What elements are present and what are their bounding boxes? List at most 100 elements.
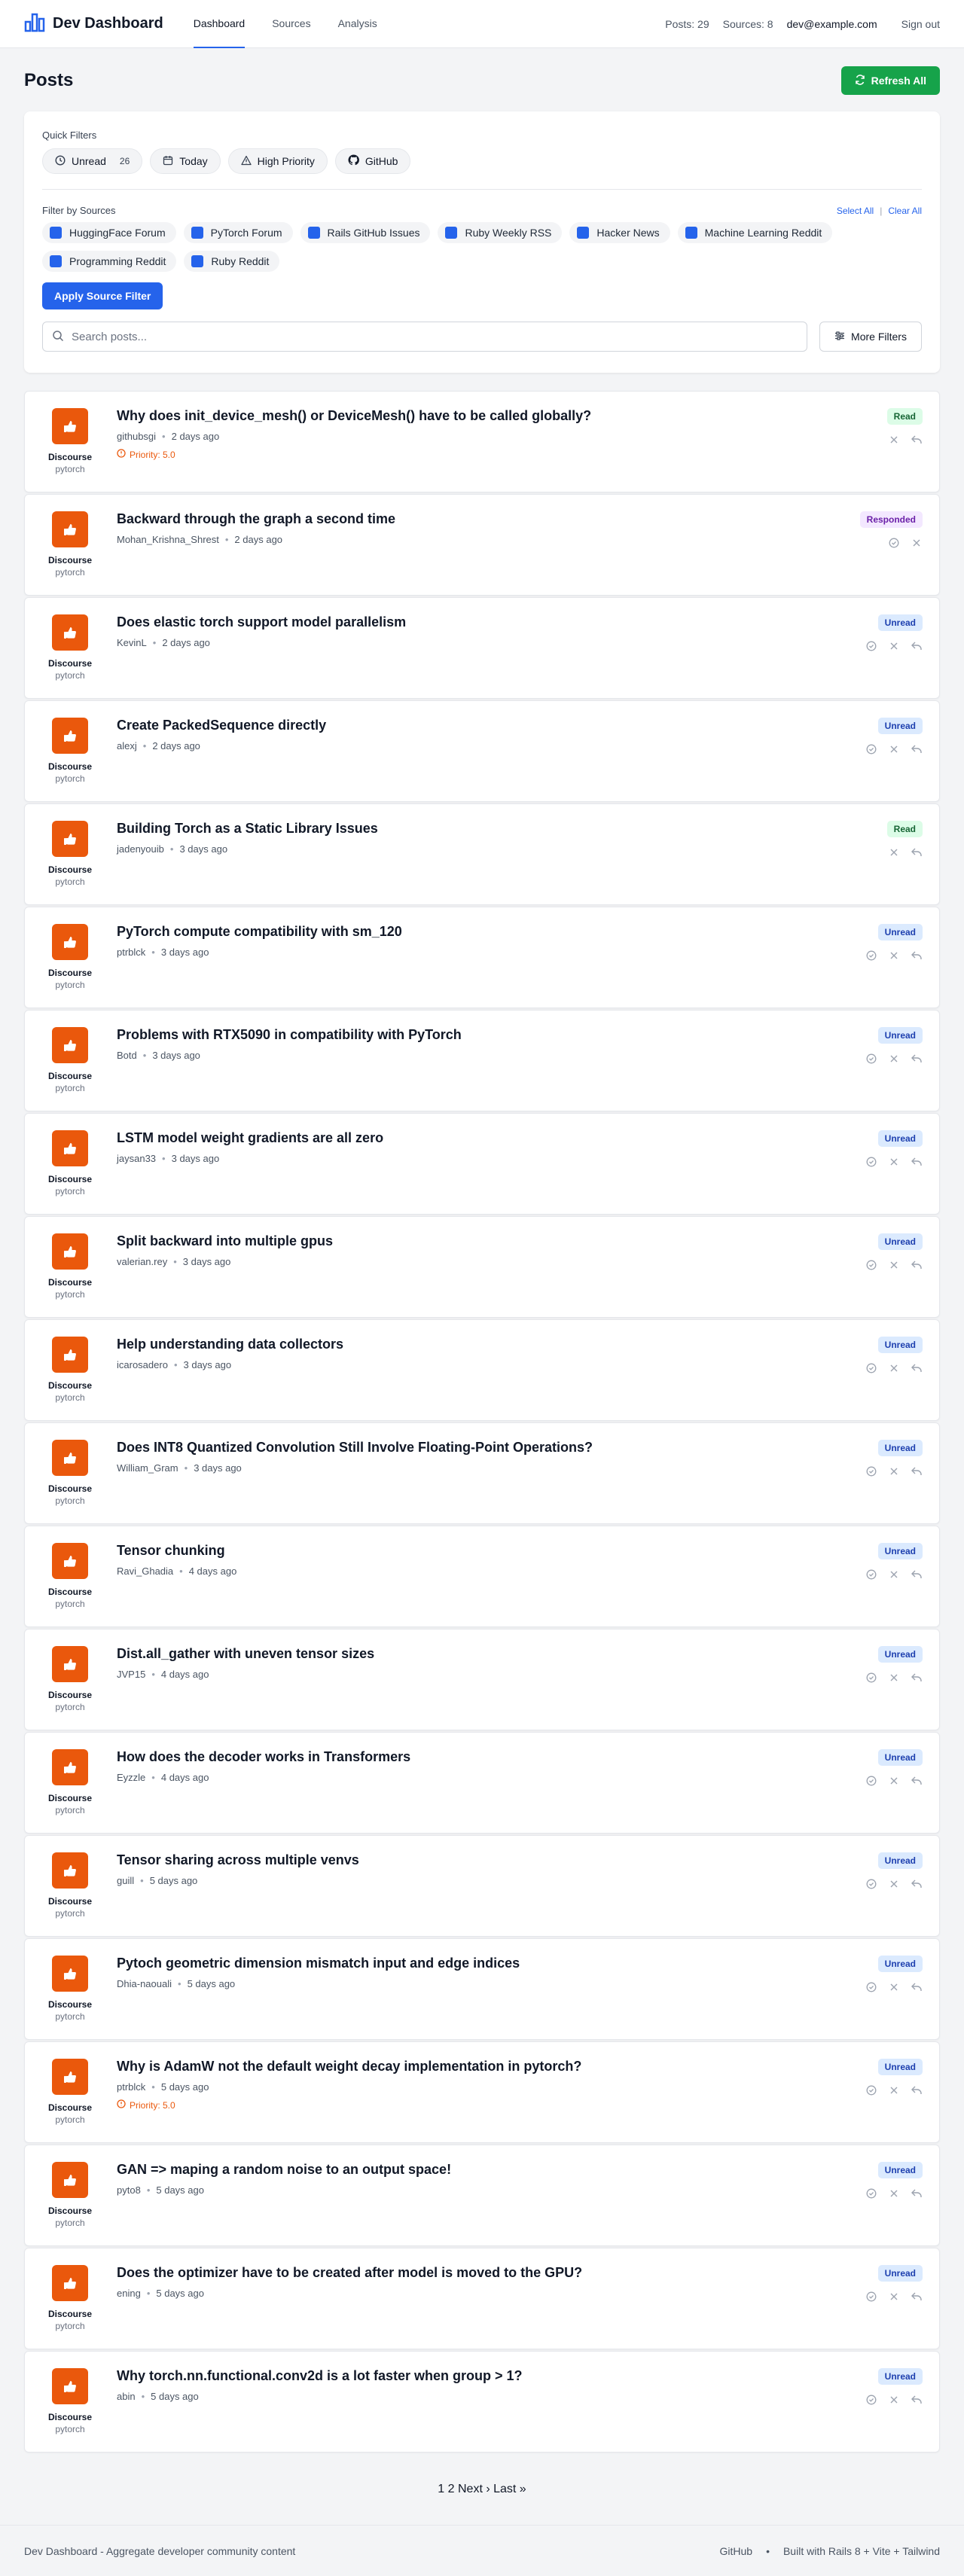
- dismiss-icon[interactable]: [888, 950, 900, 962]
- checkbox-checked-icon[interactable]: [307, 227, 320, 239]
- post-title[interactable]: Why torch.nn.functional.conv2d is a lot …: [117, 2368, 834, 2384]
- post-card[interactable]: Discourse pytorch Pytoch geometric dimensi…: [24, 1938, 940, 2040]
- post-title[interactable]: PyTorch compute compatibility with sm_12…: [117, 924, 834, 940]
- quick-filter-today[interactable]: Today: [150, 148, 221, 174]
- reply-icon[interactable]: [911, 743, 923, 755]
- post-title[interactable]: How does the decoder works in Transforme…: [117, 1749, 834, 1765]
- refresh-all-button[interactable]: Refresh All: [840, 66, 940, 95]
- checkbox-checked-icon[interactable]: [50, 227, 62, 239]
- checkbox-checked-icon[interactable]: [445, 227, 458, 239]
- search-field[interactable]: [42, 322, 807, 352]
- source-filter-chip[interactable]: Machine Learning Reddit: [677, 222, 833, 243]
- post-card[interactable]: Discourse pytorch Help understanding data …: [24, 1319, 940, 1421]
- clear-all-link[interactable]: Clear All: [888, 206, 922, 216]
- mark-read-icon[interactable]: [865, 950, 877, 962]
- brand[interactable]: Dev Dashboard: [24, 13, 163, 35]
- dismiss-icon[interactable]: [888, 846, 900, 858]
- post-card[interactable]: Discourse pytorch Backward through the gra…: [24, 494, 940, 596]
- checkbox-checked-icon[interactable]: [685, 227, 697, 239]
- mark-read-icon[interactable]: [865, 2394, 877, 2406]
- mark-read-icon[interactable]: [865, 743, 877, 755]
- post-card[interactable]: Discourse pytorch Tensor sharing across mu…: [24, 1835, 940, 1937]
- reply-icon[interactable]: [911, 1053, 923, 1065]
- post-card[interactable]: Discourse pytorch Does INT8 Quantized Conv…: [24, 1422, 940, 1524]
- reply-icon[interactable]: [911, 1981, 923, 1993]
- post-title[interactable]: Create PackedSequence directly: [117, 718, 834, 733]
- reply-icon[interactable]: [911, 846, 923, 858]
- mark-read-icon[interactable]: [865, 1672, 877, 1684]
- mark-read-icon[interactable]: [865, 2187, 877, 2200]
- post-card[interactable]: Discourse pytorch Dist.all_gather with une…: [24, 1629, 940, 1730]
- post-title[interactable]: Does INT8 Quantized Convolution Still In…: [117, 1440, 834, 1456]
- dismiss-icon[interactable]: [888, 1465, 900, 1477]
- signout-link[interactable]: Sign out: [901, 18, 940, 30]
- post-title[interactable]: Tensor chunking: [117, 1543, 834, 1559]
- dismiss-icon[interactable]: [888, 1775, 900, 1787]
- post-title[interactable]: Does elastic torch support model paralle…: [117, 614, 834, 630]
- source-filter-chip[interactable]: Hacker News: [569, 222, 670, 243]
- mark-read-icon[interactable]: [865, 1568, 877, 1581]
- source-filter-chip[interactable]: Programming Reddit: [42, 251, 177, 272]
- reply-icon[interactable]: [911, 1775, 923, 1787]
- dismiss-icon[interactable]: [888, 1053, 900, 1065]
- checkbox-checked-icon[interactable]: [577, 227, 590, 239]
- reply-icon[interactable]: [911, 1362, 923, 1374]
- reply-icon[interactable]: [911, 2187, 923, 2200]
- dismiss-icon[interactable]: [911, 537, 923, 549]
- post-title[interactable]: Tensor sharing across multiple venvs: [117, 1852, 834, 1868]
- mark-read-icon[interactable]: [865, 1053, 877, 1065]
- reply-icon[interactable]: [911, 2291, 923, 2303]
- reply-icon[interactable]: [911, 1878, 923, 1890]
- dismiss-icon[interactable]: [888, 1156, 900, 1168]
- mark-read-icon[interactable]: [865, 1775, 877, 1787]
- post-card[interactable]: Discourse pytorch Building Torch as a Stat…: [24, 803, 940, 905]
- post-title[interactable]: Why does init_device_mesh() or DeviceMes…: [117, 408, 834, 424]
- dismiss-icon[interactable]: [888, 640, 900, 652]
- reply-icon[interactable]: [911, 2084, 923, 2096]
- post-card[interactable]: Discourse pytorch Why torch.nn.functional.…: [24, 2351, 940, 2453]
- post-card[interactable]: Discourse pytorch LSTM model weight gradie…: [24, 1113, 940, 1215]
- reply-icon[interactable]: [911, 434, 923, 446]
- reply-icon[interactable]: [911, 640, 923, 652]
- post-title[interactable]: Problems with RTX5090 in compatibility w…: [117, 1027, 834, 1043]
- search-input[interactable]: [72, 330, 798, 343]
- post-title[interactable]: Help understanding data collectors: [117, 1337, 834, 1352]
- post-title[interactable]: LSTM model weight gradients are all zero: [117, 1130, 834, 1146]
- post-card[interactable]: Discourse pytorch Problems with RTX5090 in…: [24, 1010, 940, 1111]
- dismiss-icon[interactable]: [888, 2084, 900, 2096]
- reply-icon[interactable]: [911, 1465, 923, 1477]
- apply-source-filter-button[interactable]: Apply Source Filter: [42, 282, 163, 309]
- mark-read-icon[interactable]: [865, 1259, 877, 1271]
- post-title[interactable]: GAN => maping a random noise to an outpu…: [117, 2162, 834, 2178]
- mark-read-icon[interactable]: [865, 1878, 877, 1890]
- post-card[interactable]: Discourse pytorch Split backward into mult…: [24, 1216, 940, 1318]
- post-card[interactable]: Discourse pytorch GAN => maping a random n…: [24, 2145, 940, 2246]
- more-filters-button[interactable]: More Filters: [819, 322, 922, 352]
- reply-icon[interactable]: [911, 2394, 923, 2406]
- post-card[interactable]: Discourse pytorch Create PackedSequence di…: [24, 700, 940, 802]
- quick-filter-unread[interactable]: Unread 26: [42, 148, 143, 174]
- mark-read-icon[interactable]: [865, 1465, 877, 1477]
- dismiss-icon[interactable]: [888, 1568, 900, 1581]
- mark-read-icon[interactable]: [865, 2084, 877, 2096]
- post-title[interactable]: Why is AdamW not the default weight deca…: [117, 2059, 834, 2075]
- dismiss-icon[interactable]: [888, 743, 900, 755]
- reply-icon[interactable]: [911, 950, 923, 962]
- post-title[interactable]: Backward through the graph a second time: [117, 511, 834, 527]
- footer-github-link[interactable]: GitHub: [719, 2545, 752, 2557]
- dismiss-icon[interactable]: [888, 1259, 900, 1271]
- post-title[interactable]: Building Torch as a Static Library Issue…: [117, 821, 834, 837]
- source-filter-chip[interactable]: Rails GitHub Issues: [300, 222, 431, 243]
- post-title[interactable]: Does the optimizer have to be created af…: [117, 2265, 834, 2281]
- reply-icon[interactable]: [911, 1259, 923, 1271]
- dismiss-icon[interactable]: [888, 1672, 900, 1684]
- post-card[interactable]: Discourse pytorch PyTorch compute compatib…: [24, 907, 940, 1008]
- post-card[interactable]: Discourse pytorch Tensor chunking Ravi_Ghad…: [24, 1526, 940, 1627]
- mark-read-icon[interactable]: [865, 1156, 877, 1168]
- post-title[interactable]: Split backward into multiple gpus: [117, 1233, 834, 1249]
- post-card[interactable]: Discourse pytorch Why does init_device_mes…: [24, 391, 940, 492]
- select-all-link[interactable]: Select All: [837, 206, 874, 216]
- post-card[interactable]: Discourse pytorch Does elastic torch suppo…: [24, 597, 940, 699]
- quick-filter-github[interactable]: GitHub: [334, 148, 411, 174]
- post-title[interactable]: Pytoch geometric dimension mismatch inpu…: [117, 1956, 834, 1971]
